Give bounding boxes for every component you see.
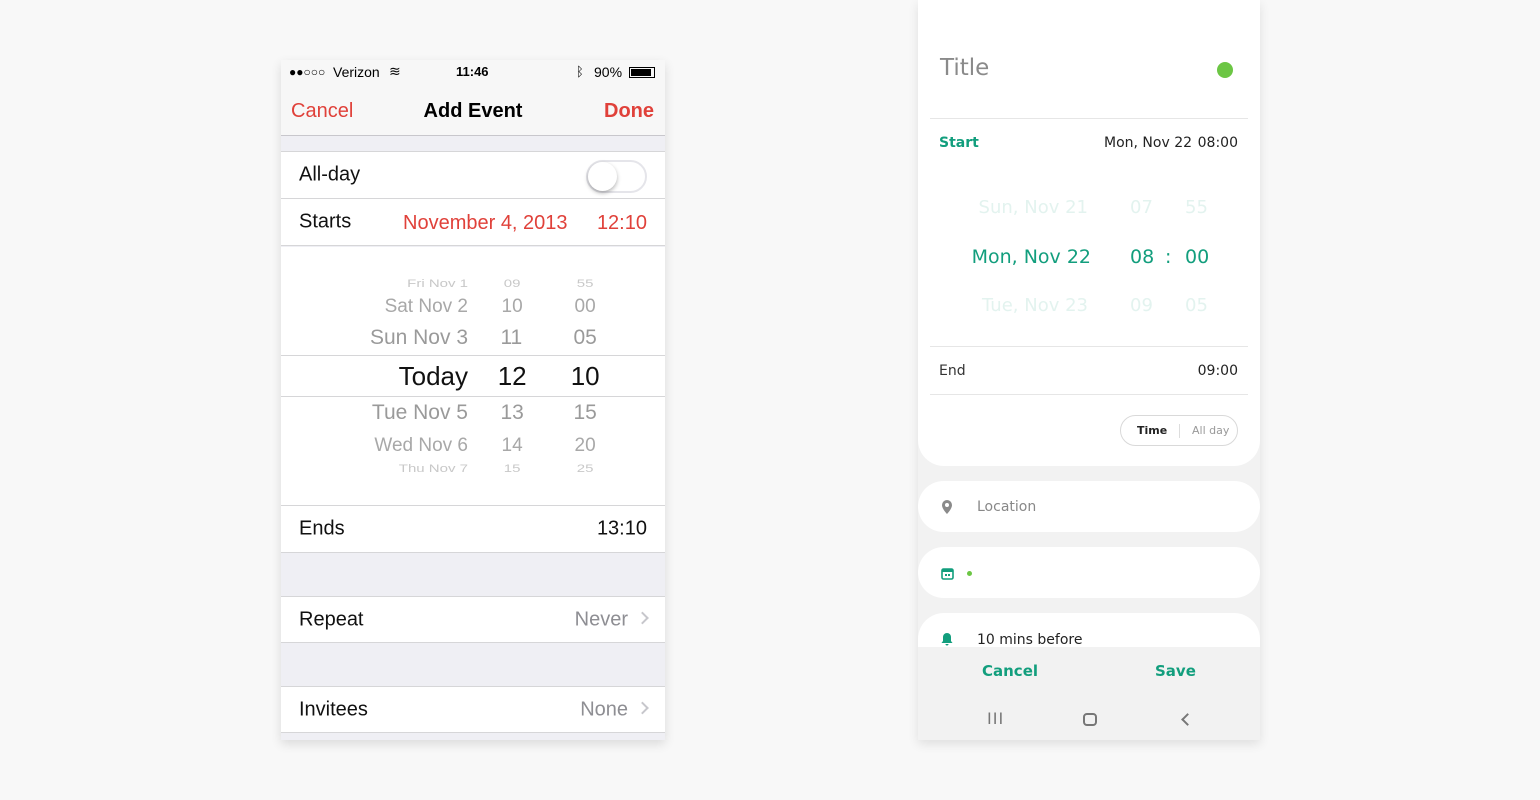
picker-minute-prev[interactable]: 55 (1185, 199, 1208, 217)
starts-date: November 4, 2013 (403, 212, 568, 234)
date-time-picker[interactable]: Fri Nov 1 09 55 Sat Nov 2 10 00 Sun Nov 3 11 05 T… (281, 247, 665, 505)
battery-icon (629, 67, 655, 78)
status-bar: ●●○○○ Verizon ≋ 11:46 ᛒ 90% (281, 60, 665, 85)
picker-row-hour[interactable]: 15 (504, 463, 521, 474)
event-details-card: Title Start Mon, Nov 22 08:00 Sun, Nov 2… (918, 0, 1260, 466)
location-pin-icon (942, 500, 952, 514)
starts-row[interactable]: Starts November 4, 2013 12:10 (281, 199, 665, 246)
bell-icon (941, 633, 953, 646)
picker-row-hour[interactable]: 11 (500, 327, 522, 348)
reminder-value: 10 mins before (977, 632, 1083, 648)
picker-hour-selected[interactable]: 08 (1130, 248, 1154, 267)
picker-minute-selected[interactable]: 00 (1185, 248, 1209, 267)
ios-add-event-screen: ●●○○○ Verizon ≋ 11:46 ᛒ 90% Cancel Add E… (281, 60, 665, 740)
start-label: Start (939, 135, 979, 151)
ends-value: 13:10 (596, 517, 647, 540)
back-icon[interactable] (1181, 713, 1194, 726)
picker-row-minute[interactable]: 05 (573, 327, 596, 348)
picker-row-minute[interactable]: 20 (575, 436, 596, 455)
carrier: Verizon (333, 64, 380, 80)
allday-label: All-day (299, 163, 361, 186)
bluetooth-icon: ᛒ (576, 64, 584, 79)
repeat-label: Repeat (299, 608, 364, 630)
done-button[interactable]: Done (604, 101, 654, 121)
end-label: End (939, 363, 966, 379)
picker-row-minute[interactable]: 15 (573, 402, 596, 423)
invitees-label: Invitees (299, 698, 368, 720)
start-picker[interactable]: Sun, Nov 21 07 55 Mon, Nov 22 08 : 00 Tu… (918, 180, 1260, 330)
battery-percent: 90% (594, 64, 623, 80)
picker-row-selected-date[interactable]: Today (399, 363, 468, 389)
wifi-icon: ≋ (389, 63, 401, 79)
starts-time: 12:10 (596, 212, 647, 234)
picker-date-prev[interactable]: Sun, Nov 21 (979, 199, 1088, 217)
picker-row-hour[interactable]: 09 (504, 278, 521, 289)
picker-row-date[interactable]: Thu Nov 7 (399, 463, 468, 474)
repeat-value: Never (574, 608, 628, 630)
picker-row-date[interactable]: Wed Nov 6 (374, 436, 468, 455)
repeat-row[interactable]: Repeat Never (281, 596, 665, 643)
time-allday-toggle: Time All day (1120, 415, 1238, 446)
nav-bar: Cancel Add Event Done (281, 85, 665, 136)
clock: 11:46 (456, 64, 489, 79)
cancel-button[interactable]: Cancel (982, 664, 1038, 679)
invitees-value: None (580, 698, 628, 720)
invitees-row[interactable]: Invitees None (281, 686, 665, 733)
signal-icon: ●●○○○ (289, 65, 326, 79)
title-input[interactable]: Title (940, 57, 989, 80)
calendar-icon (941, 568, 954, 580)
picker-minute-next[interactable]: 05 (1185, 297, 1208, 315)
calendar-color-dot (967, 571, 972, 576)
chevron-right-icon (636, 611, 649, 625)
ends-row[interactable]: Ends 13:10 (281, 505, 665, 553)
picker-row-date[interactable]: Fri Nov 1 (407, 278, 468, 289)
picker-row-selected-minute[interactable]: 10 (571, 363, 600, 389)
picker-row-date[interactable]: Tue Nov 5 (372, 402, 468, 423)
picker-hour-next[interactable]: 09 (1130, 297, 1153, 315)
color-dot[interactable] (1217, 62, 1233, 78)
home-icon[interactable] (1083, 713, 1097, 726)
allday-toggle[interactable] (586, 160, 647, 193)
calendar-card[interactable] (918, 547, 1260, 598)
picker-row-minute[interactable]: 00 (575, 297, 596, 316)
picker-row-minute[interactable]: 25 (577, 463, 594, 474)
chevron-right-icon (636, 701, 649, 715)
location-card[interactable]: Location (918, 481, 1260, 532)
location-input[interactable]: Location (977, 500, 1036, 514)
picker-row-selected-hour[interactable]: 12 (498, 363, 527, 389)
picker-row-date[interactable]: Sun Nov 3 (370, 327, 468, 348)
picker-row-minute[interactable]: 55 (577, 278, 594, 289)
picker-row-hour[interactable]: 10 (502, 297, 523, 316)
allday-option[interactable]: All day (1192, 425, 1229, 436)
picker-hour-prev[interactable]: 07 (1130, 199, 1153, 217)
picker-row-hour[interactable]: 14 (502, 436, 523, 455)
picker-date-selected[interactable]: Mon, Nov 22 (972, 248, 1091, 267)
picker-row-hour[interactable]: 13 (500, 402, 523, 423)
time-option[interactable]: Time (1137, 425, 1167, 436)
reminder-card[interactable]: 10 mins before (918, 613, 1260, 647)
save-button[interactable]: Save (1155, 664, 1196, 679)
start-date: Mon, Nov 22 (1104, 135, 1193, 151)
android-add-event-screen: Title Start Mon, Nov 22 08:00 Sun, Nov 2… (918, 0, 1260, 740)
start-time: 08:00 (1197, 135, 1238, 151)
picker-row-date[interactable]: Sat Nov 2 (385, 297, 468, 316)
ends-label: Ends (299, 517, 345, 540)
starts-label: Starts (299, 210, 352, 233)
picker-date-next[interactable]: Tue, Nov 23 (982, 297, 1088, 315)
recent-apps-icon[interactable]: III (987, 711, 1004, 727)
picker-separator: : (1165, 246, 1172, 268)
end-time[interactable]: 09:00 (1198, 364, 1238, 378)
allday-row: All-day (281, 151, 665, 199)
